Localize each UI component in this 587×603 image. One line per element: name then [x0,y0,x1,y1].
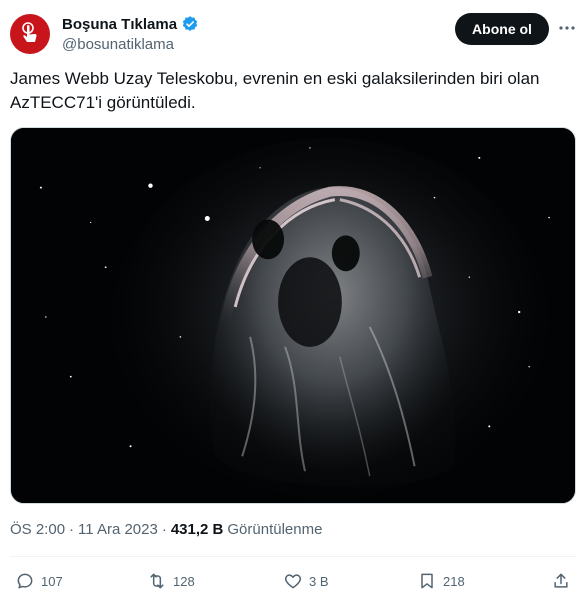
account-names: Boşuna Tıklama @bosunatiklama [62,14,199,53]
like-count: 3 B [309,573,329,589]
account-handle[interactable]: @bosunatiklama [62,36,199,53]
heart-icon [284,574,302,589]
pointer-hand-icon [22,22,37,42]
repost-count: 128 [173,573,195,589]
divider [10,556,576,557]
tweet-date[interactable]: 11 Ara 2023 [78,521,158,538]
avatar[interactable] [10,14,50,54]
tweet-time[interactable]: ÖS 2:00 [10,521,65,538]
tweet-image[interactable] [10,127,576,504]
follow-button[interactable]: Abone ol [455,13,549,45]
meta-separator-2: · [161,521,167,538]
reply-count: 107 [41,573,63,589]
like-button[interactable]: 3 B [283,566,329,596]
nebula-image [11,128,575,503]
tweet-meta: ÖS 2:00 · 11 Ara 2023 · 431,2 B Görüntül… [10,521,322,538]
more-horizontal-icon [559,26,575,30]
meta-separator: · [69,521,75,538]
share-icon [554,573,568,588]
repost-button[interactable]: 128 [147,566,195,596]
more-options-button[interactable] [557,18,577,38]
tweet-text: James Webb Uzay Teleskobu, evrenin en es… [10,69,544,112]
bookmark-icon [421,573,433,589]
reply-button[interactable]: 107 [15,566,63,596]
verified-badge-icon [182,16,198,31]
display-name[interactable]: Boşuna Tıklama [62,16,177,33]
share-button[interactable] [551,566,571,596]
repost-icon [150,573,164,589]
tweet-header: Boşuna Tıklama @bosunatiklama Abone ol [10,12,577,56]
views-label: Görüntülenme [227,521,323,538]
views-count: 431,2 B [170,521,224,538]
tweet-actions: 107 128 3 B 218 [0,566,587,596]
bookmark-button[interactable]: 218 [417,566,465,596]
bookmark-count: 218 [443,573,465,589]
reply-icon [17,573,33,589]
